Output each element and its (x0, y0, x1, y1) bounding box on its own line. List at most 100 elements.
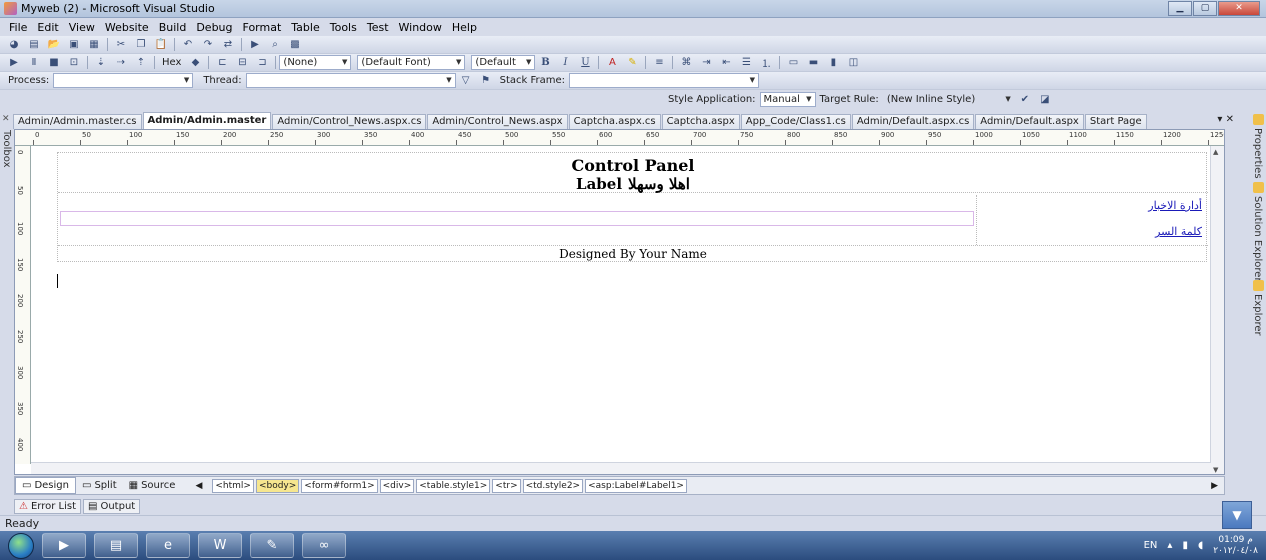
indent-icon[interactable]: ⇥ (698, 56, 714, 70)
menu-view[interactable]: View (64, 21, 100, 34)
restart-icon[interactable]: ⊡ (66, 56, 82, 70)
design-view-button[interactable]: ▭ Design (15, 477, 76, 494)
menu-edit[interactable]: Edit (32, 21, 63, 34)
tab-list-icon[interactable]: ▾ (1217, 114, 1222, 125)
solution-icon[interactable]: ▩ (287, 38, 303, 52)
tab-captcha-aspx[interactable]: Captcha.aspx (661, 114, 740, 129)
menu-debug[interactable]: Debug (191, 21, 237, 34)
align-justify-icon[interactable]: ≡ (651, 56, 667, 70)
target-rule-combo[interactable]: (New Inline Style) ▼ (883, 92, 1015, 107)
navigate-icon[interactable]: ⇄ (220, 38, 236, 52)
outdent-icon[interactable]: ⇤ (718, 56, 734, 70)
insert-column-icon[interactable]: ▮ (825, 56, 841, 70)
find-icon[interactable]: ⌕ (267, 38, 283, 52)
nav-link-password[interactable]: كلمة السر (1155, 225, 1202, 238)
align-right-icon[interactable]: ⊐ (254, 56, 270, 70)
tab-control-news-cs[interactable]: Admin/Control_News.aspx.cs (272, 114, 427, 129)
font-name-combo[interactable]: (Default Font) ▼ (357, 55, 466, 70)
master-layout-table[interactable]: Control Panel Label اهلا وسهلا أدارة الا… (57, 152, 1208, 262)
font-size-combo[interactable]: (Default ▼ (471, 55, 536, 70)
italic-icon[interactable]: I (557, 56, 573, 70)
clock[interactable]: 01:09 م ٢٠١٢/٠٤/٠٨ (1213, 535, 1258, 557)
tab-default-cs[interactable]: Admin/Default.aspx.cs (851, 114, 975, 129)
run-icon[interactable]: ▶ (6, 56, 22, 70)
menu-format[interactable]: Format (238, 21, 287, 34)
breadcrumb-right-icon[interactable]: ▶ (1211, 481, 1218, 491)
bullets-icon[interactable]: ☰ (738, 56, 754, 70)
error-list-tab[interactable]: ⚠ Error List (14, 499, 82, 514)
scroll-up-icon[interactable]: ▲ (1213, 148, 1218, 156)
hex-button[interactable]: Hex (158, 57, 185, 68)
minimize-button[interactable]: ▁ (1168, 1, 1192, 16)
crumb-td[interactable]: <td.style2> (522, 478, 584, 493)
server-explorer-tab[interactable]: Server Explorer (1252, 294, 1266, 352)
tab-control-news-aspx[interactable]: Admin/Control_News.aspx (427, 114, 568, 129)
toolbox-tab[interactable]: Toolbox (1, 130, 12, 168)
start-button[interactable] (8, 532, 34, 559)
tray-arrow-icon[interactable]: ▴ (1167, 540, 1172, 551)
insert-row-icon[interactable]: ▬ (805, 56, 821, 70)
undo-icon[interactable]: ↶ (180, 38, 196, 52)
link-icon[interactable]: ⌘ (678, 56, 694, 70)
label-control[interactable]: Label (576, 175, 622, 193)
horizontal-scrollbar[interactable] (31, 462, 1211, 474)
properties-tab[interactable]: Properties (1252, 128, 1263, 179)
language-indicator[interactable]: EN (1144, 540, 1158, 551)
crumb-label[interactable]: <asp:Label#Label1> (585, 478, 687, 493)
stop-icon[interactable]: ■ (46, 56, 62, 70)
flag-icon[interactable]: ⚑ (478, 74, 494, 88)
menu-test[interactable]: Test (362, 21, 394, 34)
save-icon[interactable]: ▣ (66, 38, 82, 52)
crumb-table[interactable]: <table.style1> (416, 478, 491, 493)
restore-panel-button[interactable]: ▼ (1222, 501, 1252, 529)
bold-icon[interactable]: B (537, 56, 553, 70)
split-view-button[interactable]: ▭ Split (76, 477, 123, 494)
step-into-icon[interactable]: ⇣ (93, 56, 109, 70)
tab-start-page[interactable]: Start Page (1084, 114, 1147, 129)
volume-icon[interactable]: ◖ (1198, 540, 1203, 551)
crumb-body[interactable]: <body> (255, 478, 300, 493)
align-left-icon[interactable]: ⊏ (214, 56, 230, 70)
start-debug-icon[interactable]: ▶ (247, 38, 263, 52)
media-player-icon[interactable]: ▶ (42, 533, 86, 558)
apply-style-icon[interactable]: ✔ (1017, 92, 1033, 106)
output-tab[interactable]: ▤ Output (83, 499, 141, 514)
table-icon[interactable]: ▭ (785, 56, 801, 70)
add-item-icon[interactable]: ▤ (26, 38, 42, 52)
crumb-div[interactable]: <div> (379, 478, 415, 493)
menu-build[interactable]: Build (154, 21, 192, 34)
breadcrumb-left-icon[interactable]: ◀ (195, 481, 202, 491)
internet-explorer-icon[interactable]: e (146, 533, 190, 558)
copy-icon[interactable]: ❐ (133, 38, 149, 52)
tab-admin-master[interactable]: Admin/Admin.master (142, 112, 272, 129)
highlight-icon[interactable]: ✎ (624, 56, 640, 70)
close-button[interactable]: ✕ (1218, 1, 1260, 16)
cut-icon[interactable]: ✂ (113, 38, 129, 52)
tab-admin-master-cs[interactable]: Admin/Admin.master.cs (13, 114, 142, 129)
filter-icon[interactable]: ▽ (458, 74, 474, 88)
tab-class1-cs[interactable]: App_Code/Class1.cs (740, 114, 851, 129)
crumb-html[interactable]: <html> (212, 478, 254, 493)
save-all-icon[interactable]: ▦ (86, 38, 102, 52)
merge-cells-icon[interactable]: ◫ (845, 56, 861, 70)
breakpoint-icon[interactable]: ◆ (187, 56, 203, 70)
tab-default-aspx[interactable]: Admin/Default.aspx (975, 114, 1084, 129)
vertical-scrollbar[interactable]: ▲ ▼ (1210, 146, 1224, 474)
source-view-button[interactable]: ▦ Source (123, 477, 182, 494)
underline-icon[interactable]: U (577, 56, 593, 70)
font-color-icon[interactable]: A (604, 56, 620, 70)
process-combo[interactable]: ▼ (53, 73, 194, 88)
content-placeholder[interactable] (60, 211, 974, 226)
paint-icon[interactable]: ✎ (250, 533, 294, 558)
pause-icon[interactable]: Ⅱ (26, 56, 42, 70)
header-cell[interactable]: Control Panel Label اهلا وسهلا (58, 153, 1208, 193)
block-format-combo[interactable]: (None) ▼ (279, 55, 352, 70)
step-over-icon[interactable]: ⇢ (113, 56, 129, 70)
style-application-combo[interactable]: Manual ▼ (759, 91, 816, 107)
stack-frame-combo[interactable]: ▼ (569, 73, 760, 88)
align-center-icon[interactable]: ⊟ (234, 56, 250, 70)
menu-window[interactable]: Window (394, 21, 447, 34)
design-surface[interactable]: 0 50 100 150 200 250 300 350 400 450 500 550 600 650 7… (14, 129, 1225, 475)
network-icon[interactable]: ▮ (1182, 540, 1188, 551)
tab-captcha-cs[interactable]: Captcha.aspx.cs (568, 114, 661, 129)
